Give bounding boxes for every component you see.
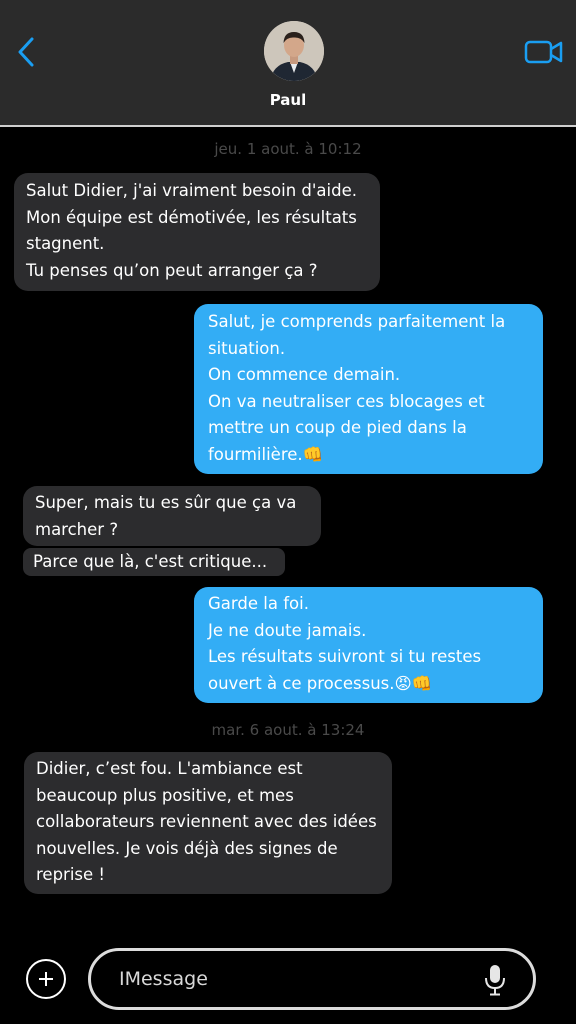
conversation-timestamp: mar. 6 aout. à 13:24 (211, 721, 365, 739)
message-bubble-incoming[interactable]: Super, mais tu es sûr que ça va marcher … (23, 486, 321, 546)
message-composer (0, 940, 576, 1024)
message-bubble-outgoing[interactable]: Salut, je comprends parfaitement la situ… (194, 304, 543, 474)
contact-name[interactable]: Paul (0, 91, 576, 109)
chat-header: Paul (0, 0, 576, 127)
message-bubble-outgoing[interactable]: Garde la foi. Je ne doute jamais. Les ré… (194, 587, 543, 703)
message-field[interactable] (88, 948, 536, 1010)
plus-circle-icon[interactable] (26, 959, 66, 999)
message-input[interactable] (119, 951, 459, 1007)
message-bubble-incoming[interactable]: Parce que là, c'est critique... (23, 548, 285, 576)
chevron-left-icon[interactable] (14, 36, 42, 68)
video-camera-icon[interactable] (524, 38, 564, 66)
message-bubble-incoming[interactable]: Salut Didier, j'ai vraiment besoin d'aid… (14, 173, 380, 291)
message-bubble-incoming[interactable]: Didier, c’est fou. L'ambiance est beauco… (24, 752, 392, 894)
conversation-timestamp: jeu. 1 aout. à 10:12 (214, 140, 362, 158)
contact-photo (264, 21, 324, 81)
microphone-icon[interactable] (483, 963, 507, 997)
avatar[interactable] (264, 21, 324, 81)
